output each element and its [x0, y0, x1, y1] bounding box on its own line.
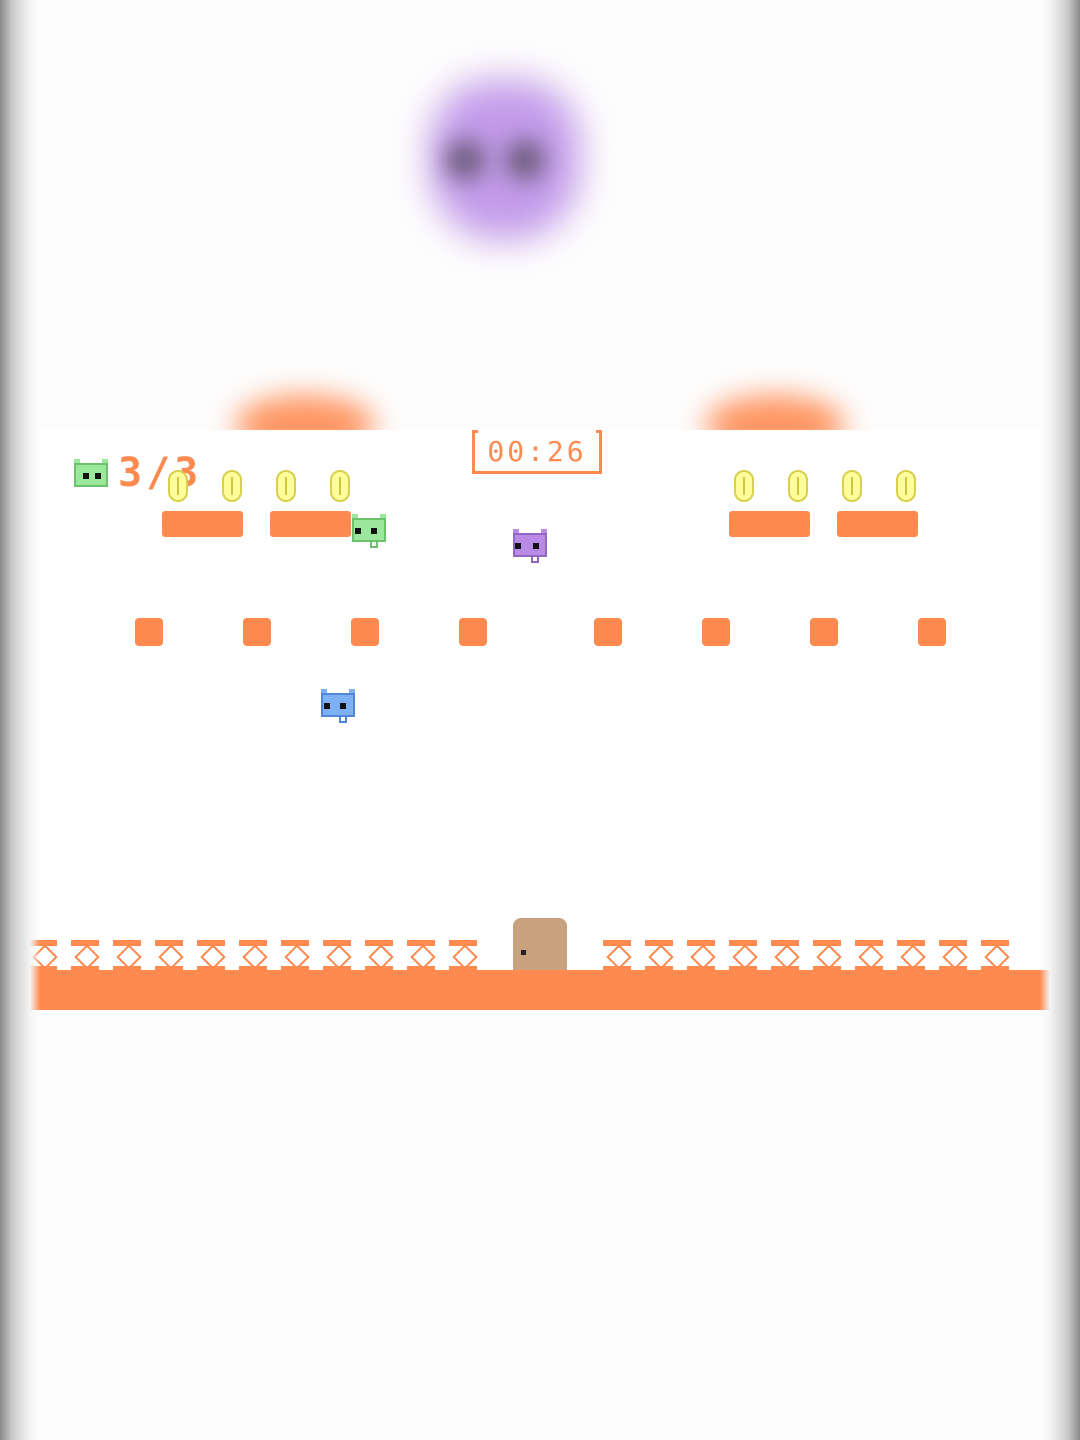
exit-door[interactable]	[513, 918, 567, 970]
spike	[729, 940, 771, 970]
level-timer: 00:26	[472, 430, 602, 474]
right-edge-shadow	[1040, 0, 1080, 1440]
coin	[330, 470, 350, 502]
platform	[162, 511, 243, 537]
coin	[222, 470, 242, 502]
spike	[897, 940, 939, 970]
spike	[813, 940, 855, 970]
game-area[interactable]: 3/3 00:26	[0, 430, 1080, 1010]
spike-strip-right	[603, 940, 1023, 970]
coin	[734, 470, 754, 502]
door-knob	[521, 950, 526, 955]
platform	[837, 511, 918, 537]
spike	[939, 940, 981, 970]
spike	[71, 940, 113, 970]
platform	[729, 511, 810, 537]
green-cat-player[interactable]	[352, 514, 388, 548]
spike	[981, 940, 1023, 970]
blurred-eye-right	[505, 140, 545, 180]
spike	[239, 940, 281, 970]
floor	[0, 970, 1080, 1010]
block	[243, 618, 271, 646]
coin	[276, 470, 296, 502]
left-edge-shadow	[0, 0, 40, 1440]
block	[810, 618, 838, 646]
coin	[168, 470, 188, 502]
spike	[197, 940, 239, 970]
spike	[687, 940, 729, 970]
block	[918, 618, 946, 646]
coin	[788, 470, 808, 502]
block	[459, 618, 487, 646]
block	[351, 618, 379, 646]
spike	[155, 940, 197, 970]
spike-strip-left	[29, 940, 491, 970]
spike	[365, 940, 407, 970]
spike	[771, 940, 813, 970]
spike	[407, 940, 449, 970]
spike	[645, 940, 687, 970]
green-cat-icon	[74, 459, 110, 487]
spike	[603, 940, 645, 970]
block	[594, 618, 622, 646]
game-screen: 3/3 00:26	[0, 0, 1080, 1440]
blue-cat-player[interactable]	[321, 689, 357, 723]
block	[135, 618, 163, 646]
purple-cat-player[interactable]	[513, 529, 549, 563]
spike	[855, 940, 897, 970]
platform	[270, 511, 351, 537]
spike	[323, 940, 365, 970]
spike	[113, 940, 155, 970]
coin	[842, 470, 862, 502]
spike	[281, 940, 323, 970]
spike	[449, 940, 491, 970]
players-saved-count: 3/3	[118, 450, 203, 496]
block	[702, 618, 730, 646]
coin	[896, 470, 916, 502]
blurred-eye-left	[445, 140, 485, 180]
